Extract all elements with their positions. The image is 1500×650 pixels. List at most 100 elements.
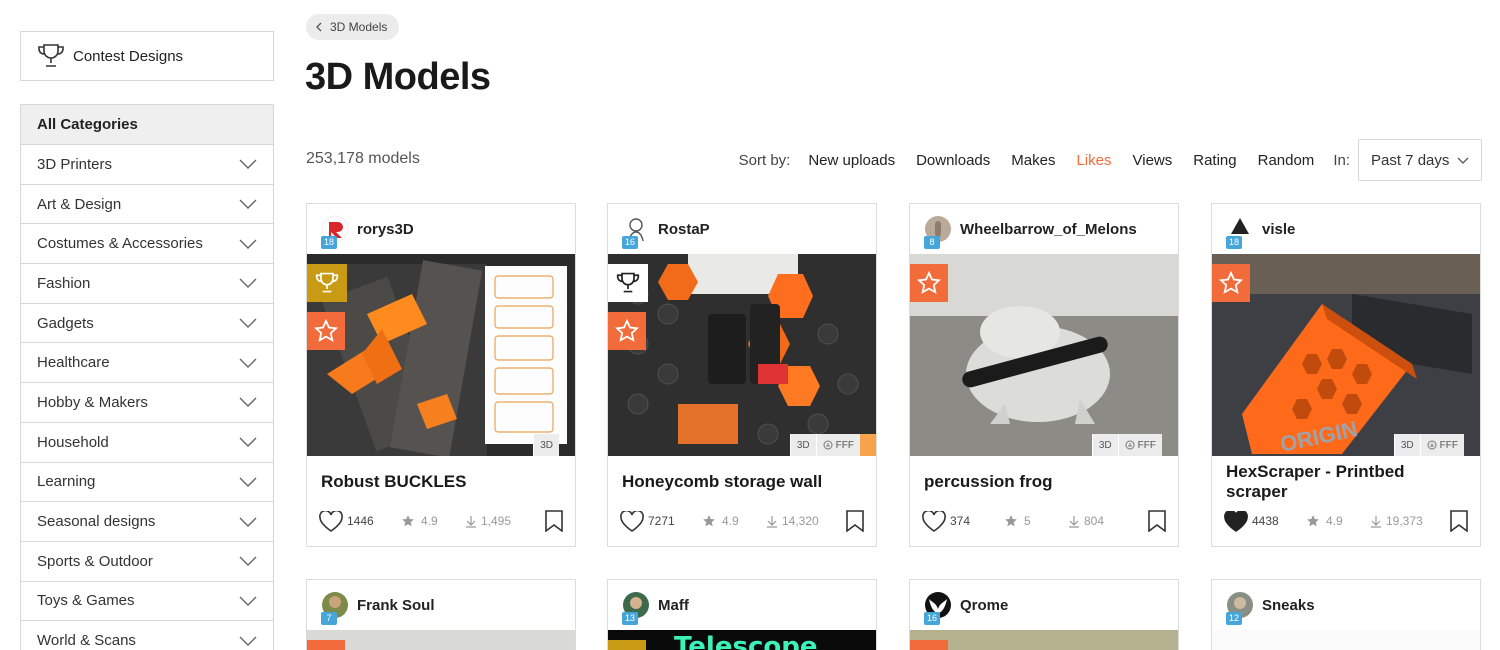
period-label: In: [1333,151,1350,169]
category-item[interactable]: Hobby & Makers [21,383,273,423]
category-item[interactable]: Learning [21,463,273,503]
username[interactable]: Maff [658,597,689,614]
category-label: Household [37,433,109,451]
model-stats: 374 5 804 [922,510,1170,532]
rating-value: 5 [1024,514,1031,528]
model-card[interactable]: 18 visle ORIGIN 3D FFF HexScraper - Prin… [1211,203,1481,547]
download-icon [767,515,777,528]
category-label: Hobby & Makers [37,393,148,411]
category-item[interactable]: Fashion [21,264,273,304]
sort-option-rating[interactable]: Rating [1193,152,1236,169]
model-card[interactable]: 12 Sneaks [1211,579,1481,650]
chevron-down-icon [239,596,257,606]
category-label: Gadgets [37,314,94,332]
model-thumbnail[interactable]: 3D FFF [910,254,1178,456]
rating: 4.9 [401,514,465,528]
chevron-down-icon [239,159,257,170]
category-item[interactable]: Toys & Games [21,582,273,622]
avatar[interactable]: 12 [1226,591,1254,625]
like-count: 374 [950,514,971,528]
avatar[interactable]: 13 [622,591,650,625]
like-button[interactable]: 374 [922,510,1004,532]
avatar[interactable]: 8 [924,215,952,249]
model-card[interactable]: 18 rorys3D 3D Robust BUCKLES 1446 4.9 1,… [306,203,576,547]
printer-icon [1125,440,1135,450]
bookmark-icon[interactable] [846,510,864,532]
like-button[interactable]: 7271 [620,510,702,532]
avatar[interactable]: 16 [622,215,650,249]
contest-badge [608,264,648,302]
model-thumbnail[interactable] [1212,630,1480,650]
chevron-down-icon [239,556,257,567]
username[interactable]: RostaP [658,221,710,238]
username[interactable]: Sneaks [1262,597,1315,614]
like-button[interactable]: 1446 [319,510,401,532]
bookmark-icon[interactable] [1450,510,1468,532]
model-thumbnail[interactable] [307,630,575,650]
model-title[interactable]: Robust BUCKLES [321,472,561,492]
sort-option-likes[interactable]: Likes [1076,152,1111,169]
username[interactable]: rorys3D [357,221,414,238]
username[interactable]: visle [1262,221,1295,238]
tag-list: 3D FFF [789,434,860,456]
bookmark-icon[interactable] [1148,510,1166,532]
model-stats: 7271 4.9 14,320 [620,510,868,532]
username[interactable]: Wheelbarrow_of_Melons [960,221,1137,238]
avatar[interactable]: 18 [321,215,349,249]
category-item[interactable]: World & Scans [21,621,273,650]
category-all[interactable]: All Categories [21,105,273,145]
category-item[interactable]: Seasonal designs [21,502,273,542]
category-item[interactable]: 3D Printers [21,145,273,185]
tag-fff-label: FFF [1439,439,1458,451]
model-card[interactable]: 7 Frank Soul [306,579,576,650]
model-thumbnail[interactable] [910,630,1178,650]
username[interactable]: Qrome [960,597,1008,614]
heart-icon [620,510,644,532]
model-title[interactable]: percussion frog [924,472,1164,492]
category-item[interactable]: Costumes & Accessories [21,224,273,265]
period-select[interactable]: Past 7 days [1358,139,1482,181]
username[interactable]: Frank Soul [357,597,435,614]
model-title[interactable]: Honeycomb storage wall [622,472,862,492]
sort-label: Sort by: [738,151,791,169]
category-item[interactable]: Sports & Outdoor [21,542,273,582]
avatar[interactable]: 7 [321,591,349,625]
model-card[interactable]: 16 RostaP 3D FFF Honeycomb storage wall … [607,203,877,547]
chevron-down-icon [239,517,257,527]
level-badge: 8 [924,236,940,249]
sort-option-random[interactable]: Random [1258,152,1315,169]
breadcrumb[interactable]: 3D Models [306,14,400,40]
model-thumbnail[interactable]: 3D FFF [608,254,876,456]
star-icon [917,271,941,294]
model-thumbnail[interactable]: ORIGIN 3D FFF [1212,254,1480,456]
featured-badge [307,312,345,350]
model-card[interactable]: 16 Qrome [909,579,1179,650]
model-thumbnail[interactable]: Telescope [608,630,876,650]
tag-list: 3D [533,434,559,456]
downloads: 1,495 [465,514,511,528]
model-card[interactable]: 8 Wheelbarrow_of_Melons 3D FFF percussio… [909,203,1179,547]
model-thumbnail[interactable]: 3D [307,254,575,456]
contest-designs-button[interactable]: Contest Designs [20,31,274,81]
card-header: 13 Maff [608,580,876,630]
category-item[interactable]: Gadgets [21,304,273,344]
category-item[interactable]: Household [21,423,273,463]
model-title[interactable]: HexScraper - Printbed scraper [1226,462,1466,502]
sort-bar: Sort by: New uploads Downloads Makes Lik… [739,139,1482,181]
like-button[interactable]: 4438 [1224,510,1306,532]
avatar[interactable]: 18 [1226,215,1254,249]
sort-option-downloads[interactable]: Downloads [916,152,990,169]
download-count: 1,495 [481,514,512,528]
model-card[interactable]: 13 Maff Telescope [607,579,877,650]
avatar[interactable]: 16 [924,591,952,625]
model-count: 253,178 models [306,150,420,167]
category-item[interactable]: Art & Design [21,185,273,225]
bookmark-icon[interactable] [545,510,563,532]
heart-icon [319,510,343,532]
category-item[interactable]: Healthcare [21,343,273,384]
sort-option-new-uploads[interactable]: New uploads [808,152,895,169]
sort-option-makes[interactable]: Makes [1011,152,1055,169]
chevron-down-icon [239,636,257,646]
card-header: 16 Qrome [910,580,1178,630]
sort-option-views[interactable]: Views [1133,152,1173,169]
